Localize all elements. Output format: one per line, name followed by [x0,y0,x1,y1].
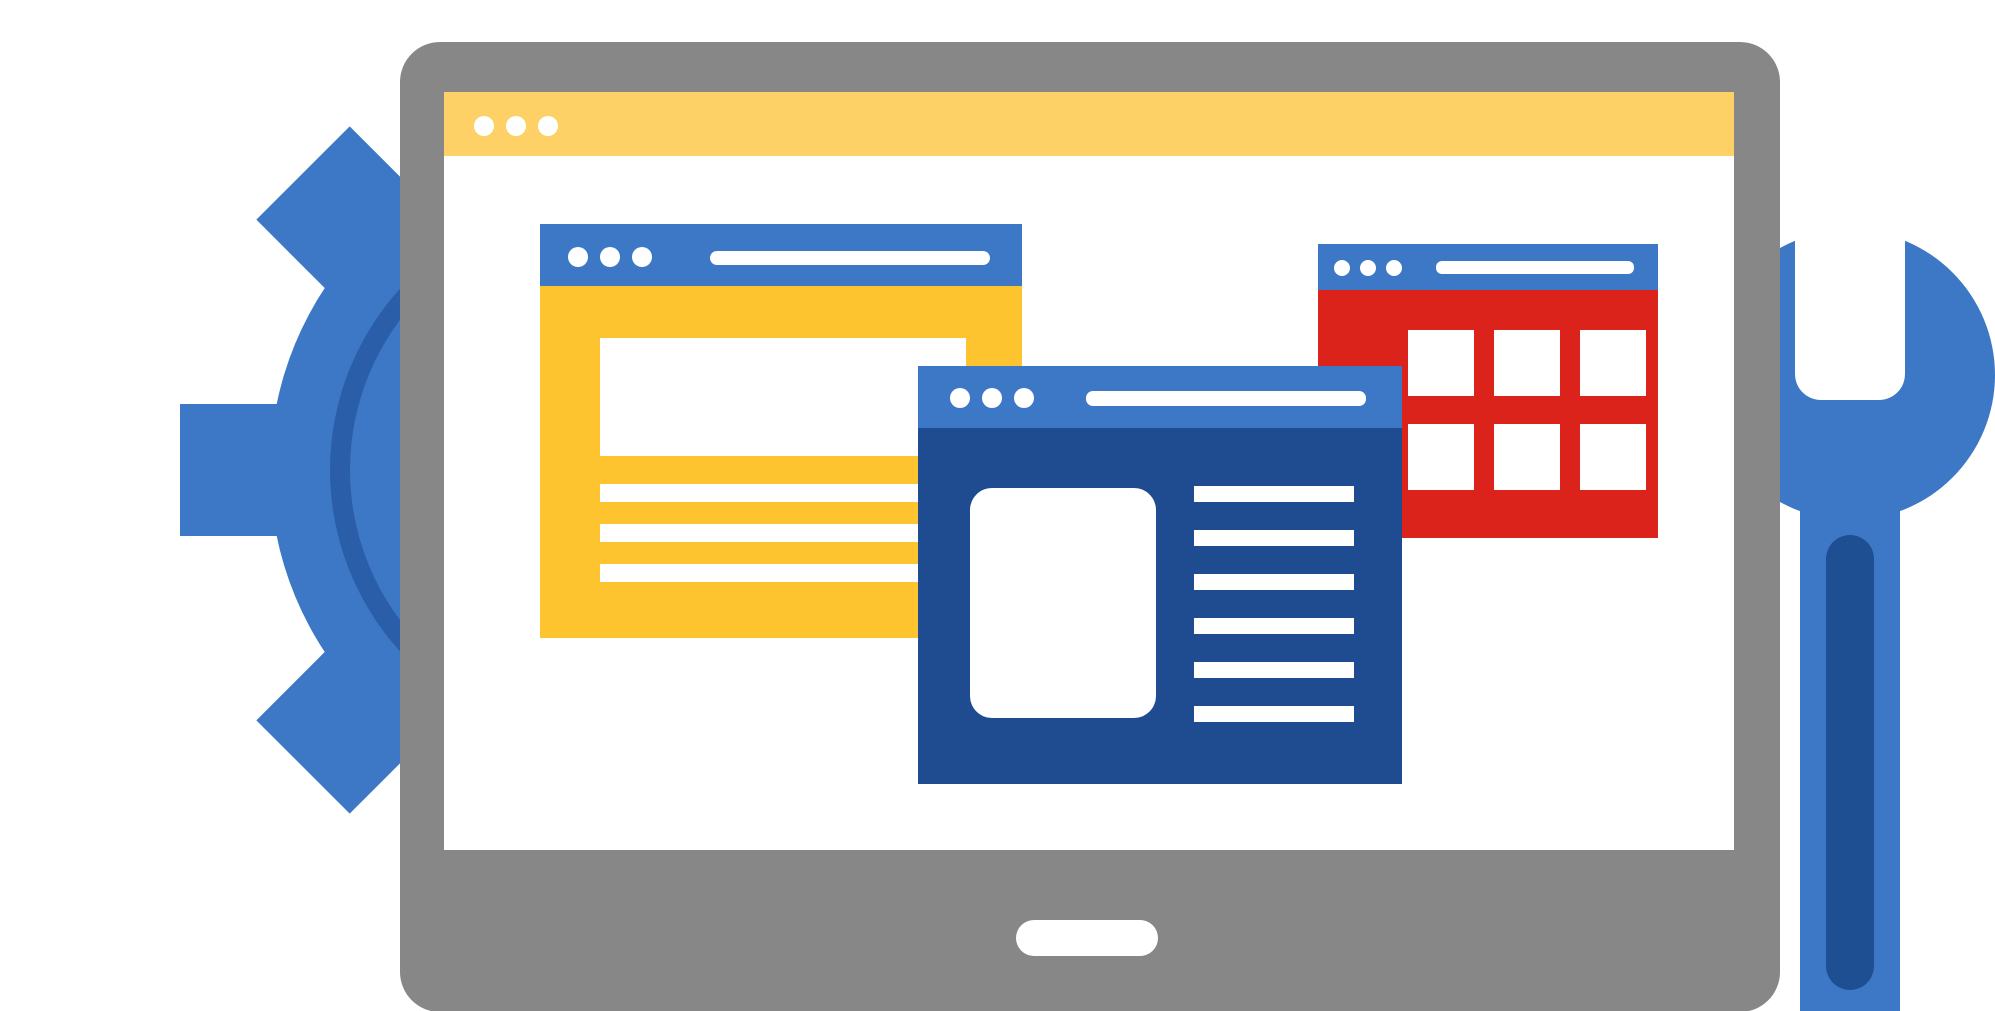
window-blue-text-line [1194,486,1354,502]
window-yellow-dots-icon [568,247,652,267]
window-blue-text-line [1194,706,1354,722]
window-blue-address-bar [1086,391,1366,406]
illustration [180,42,1995,1011]
window-yellow-address-bar [710,251,990,265]
window-blue-text-line [1194,618,1354,634]
window-blue-text-line [1194,574,1354,590]
window-yellow-text-line [600,564,966,582]
window-blue-text-line [1194,662,1354,678]
window-yellow-image-block [600,338,966,456]
window-red-address-bar [1436,261,1634,274]
window-blue-text-line [1194,530,1354,546]
window-yellow-text-line [600,524,966,542]
window-yellow-text-line [600,484,966,502]
tablet-titlebar-dots-icon [474,116,558,136]
window-red-dots-icon [1334,260,1402,276]
home-button [1016,920,1158,956]
window-blue-image-block [970,488,1156,718]
browser-window-blue [918,366,1402,784]
window-blue-dots-icon [950,388,1034,408]
tablet-titlebar [444,92,1734,156]
